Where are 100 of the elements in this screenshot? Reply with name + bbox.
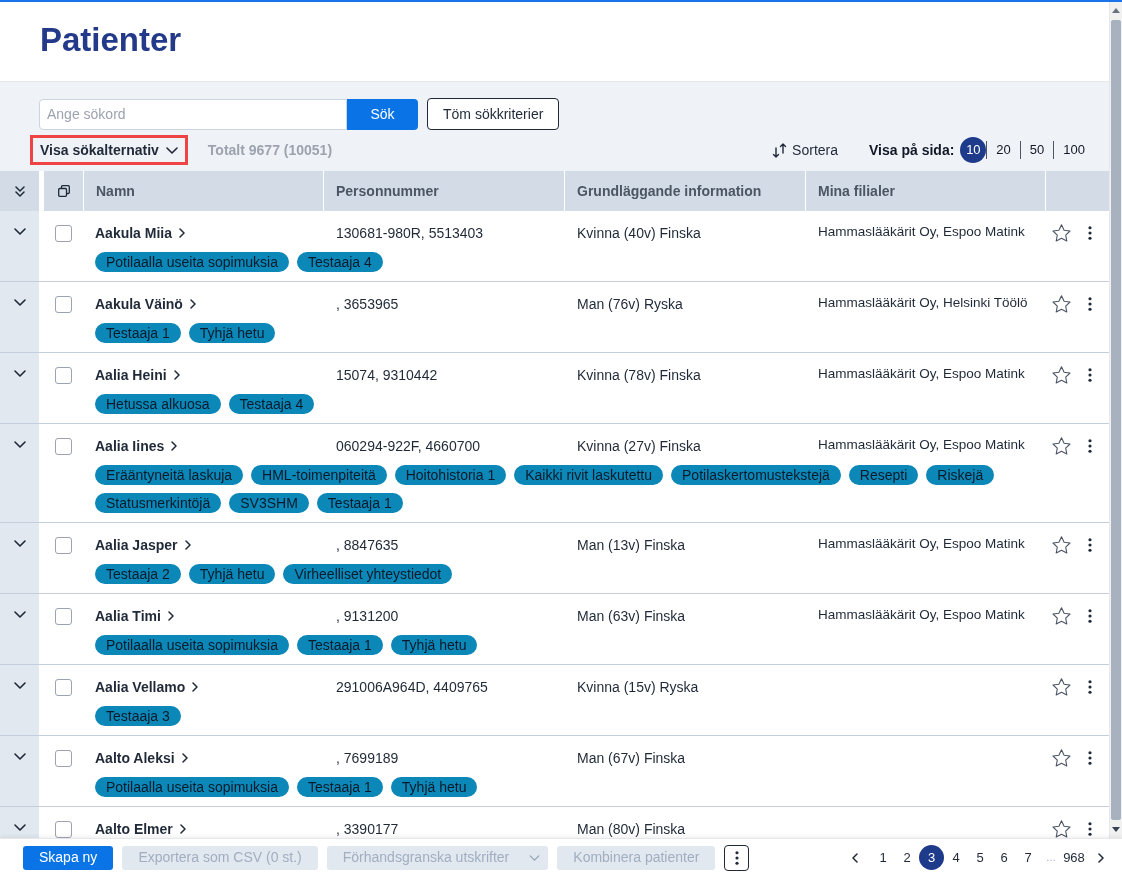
more-button[interactable]: [724, 844, 750, 871]
scroll-thumb[interactable]: [1111, 20, 1121, 820]
star-icon[interactable]: [1052, 678, 1071, 696]
tag: Riskejä: [926, 465, 995, 485]
personal-id-text: 130681-980R, 5513403: [336, 225, 484, 241]
chevron-down-icon[interactable]: [13, 610, 26, 618]
patient-info-text: Man (76v) Ryska: [577, 296, 683, 312]
chevron-down-icon[interactable]: [13, 539, 26, 547]
page-link[interactable]: 6: [992, 845, 1016, 870]
patient-name-link[interactable]: Aalia Heini: [95, 364, 180, 386]
chevron-right-icon: [173, 370, 180, 380]
clear-search-button[interactable]: Töm sökkriterier: [427, 98, 560, 130]
page-size-option[interactable]: 10: [960, 137, 987, 163]
page-ellipsis: …: [1045, 851, 1057, 865]
page-size-option[interactable]: 20: [987, 137, 1020, 163]
row-checkbox[interactable]: [55, 437, 72, 455]
more-icon[interactable]: [1088, 368, 1092, 382]
scroll-up-arrow-icon[interactable]: [1112, 8, 1120, 13]
branch-text: Hammaslääkärit Oy, Espoo Matink: [818, 608, 1026, 624]
row-checkbox[interactable]: [55, 224, 72, 242]
tag: Testaaja 4: [228, 394, 315, 414]
star-icon[interactable]: [1052, 366, 1071, 384]
page-link[interactable]: 2: [895, 845, 919, 870]
row-checkbox[interactable]: [55, 678, 72, 696]
star-icon[interactable]: [1052, 437, 1071, 455]
branch-text: Hammaslääkärit Oy, Espoo Matink: [818, 367, 1026, 383]
chevron-down-icon[interactable]: [13, 440, 26, 448]
more-icon[interactable]: [1088, 680, 1092, 694]
scrollbar-track[interactable]: [1109, 2, 1122, 838]
more-icon[interactable]: [1088, 226, 1092, 240]
more-icon[interactable]: [1088, 822, 1092, 836]
patient-name-link[interactable]: Aalto Elmer: [95, 818, 186, 838]
column-header: Grundläggande information: [577, 181, 762, 201]
more-icon[interactable]: [1088, 751, 1092, 765]
tag: Kaikki rivit laskutettu: [514, 465, 663, 485]
patient-name-link[interactable]: Aalia Iines: [95, 435, 178, 457]
star-icon[interactable]: [1052, 224, 1071, 242]
tag: Tyhjä hetu: [188, 564, 276, 584]
tag: Testaaja 2: [95, 564, 181, 584]
star-icon[interactable]: [1052, 295, 1071, 313]
tag: Virheelliset yhteystiedot: [283, 564, 453, 584]
page-size-option[interactable]: 50: [1020, 137, 1054, 163]
scroll-down-arrow-icon[interactable]: [1112, 827, 1120, 832]
more-icon[interactable]: [1088, 297, 1092, 311]
action-button[interactable]: Skapa ny: [23, 845, 114, 870]
column-header: Mina filialer: [818, 181, 896, 201]
chevron-right-icon: [171, 441, 178, 451]
chevron-down-icon[interactable]: [165, 146, 178, 154]
patient-name-link[interactable]: Aakula Miia: [95, 222, 186, 244]
search-options-toggle[interactable]: Visa sökalternativ: [30, 135, 188, 165]
branch-text: Hammaslääkärit Oy, Espoo Matink: [818, 225, 1026, 241]
chevron-left-icon[interactable]: [852, 852, 858, 863]
star-icon[interactable]: [1052, 607, 1071, 625]
page-link[interactable]: 1: [871, 845, 895, 870]
star-icon[interactable]: [1052, 820, 1071, 838]
search-field[interactable]: Ange sökord: [39, 98, 347, 130]
personal-id-text: , 8847635: [336, 537, 399, 553]
patient-name-link[interactable]: Aalia Timi: [95, 605, 174, 627]
chevron-down-icon[interactable]: [13, 681, 26, 689]
branch-text: Hammaslääkärit Oy, Espoo Matink: [818, 438, 1026, 454]
star-icon[interactable]: [1052, 536, 1071, 554]
copy-icon[interactable]: [57, 185, 70, 197]
tag: Potilaalla useita sopimuksia: [95, 777, 289, 797]
patient-name-link[interactable]: Aalia Jasper: [95, 534, 191, 556]
page-link[interactable]: 5: [968, 845, 992, 870]
branch-text: Hammaslääkärit Oy, Espoo Matink: [818, 537, 1026, 553]
page-size-option[interactable]: 100: [1054, 137, 1094, 163]
row-checkbox[interactable]: [55, 536, 72, 554]
page-link[interactable]: 968: [1062, 845, 1086, 870]
page-link[interactable]: 4: [944, 845, 968, 870]
more-icon[interactable]: [1088, 609, 1092, 623]
page-link[interactable]: 7: [1016, 845, 1040, 870]
patient-info-text: Kvinna (78v) Finska: [577, 367, 701, 383]
sort-button[interactable]: Sortera: [772, 139, 838, 161]
chevron-down-icon[interactable]: [13, 752, 26, 760]
chevron-right-icon: [189, 299, 196, 309]
more-icon[interactable]: [1088, 439, 1092, 453]
branch-text: Hammaslääkärit Oy, Helsinki Töölö: [818, 296, 1029, 312]
row-checkbox[interactable]: [55, 607, 72, 625]
row-checkbox[interactable]: [55, 366, 72, 384]
row-checkbox[interactable]: [55, 749, 72, 767]
double-chevron-down-icon[interactable]: [14, 185, 25, 197]
chevron-down-icon[interactable]: [13, 298, 26, 306]
row-checkbox[interactable]: [55, 820, 72, 838]
chevron-down-icon[interactable]: [13, 823, 26, 831]
star-icon[interactable]: [1052, 749, 1071, 767]
search-button[interactable]: Sök: [347, 98, 418, 130]
tag: Testaaja 1: [297, 777, 383, 797]
patient-name-link[interactable]: Aakula Väinö: [95, 293, 196, 315]
tag: Testaaja 1: [297, 635, 383, 655]
chevron-down-icon[interactable]: [13, 227, 26, 235]
chevron-down-icon[interactable]: [13, 369, 26, 377]
chevron-right-icon[interactable]: [1098, 852, 1104, 863]
patient-name-link[interactable]: Aalia Vellamo: [95, 676, 199, 698]
page-link[interactable]: 3: [919, 845, 944, 870]
tag: SV3SHM: [229, 493, 309, 513]
patient-name-link[interactable]: Aalto Aleksi: [95, 747, 188, 769]
row-checkbox[interactable]: [55, 295, 72, 313]
more-icon[interactable]: [1088, 538, 1092, 552]
more-icon[interactable]: [734, 850, 739, 865]
